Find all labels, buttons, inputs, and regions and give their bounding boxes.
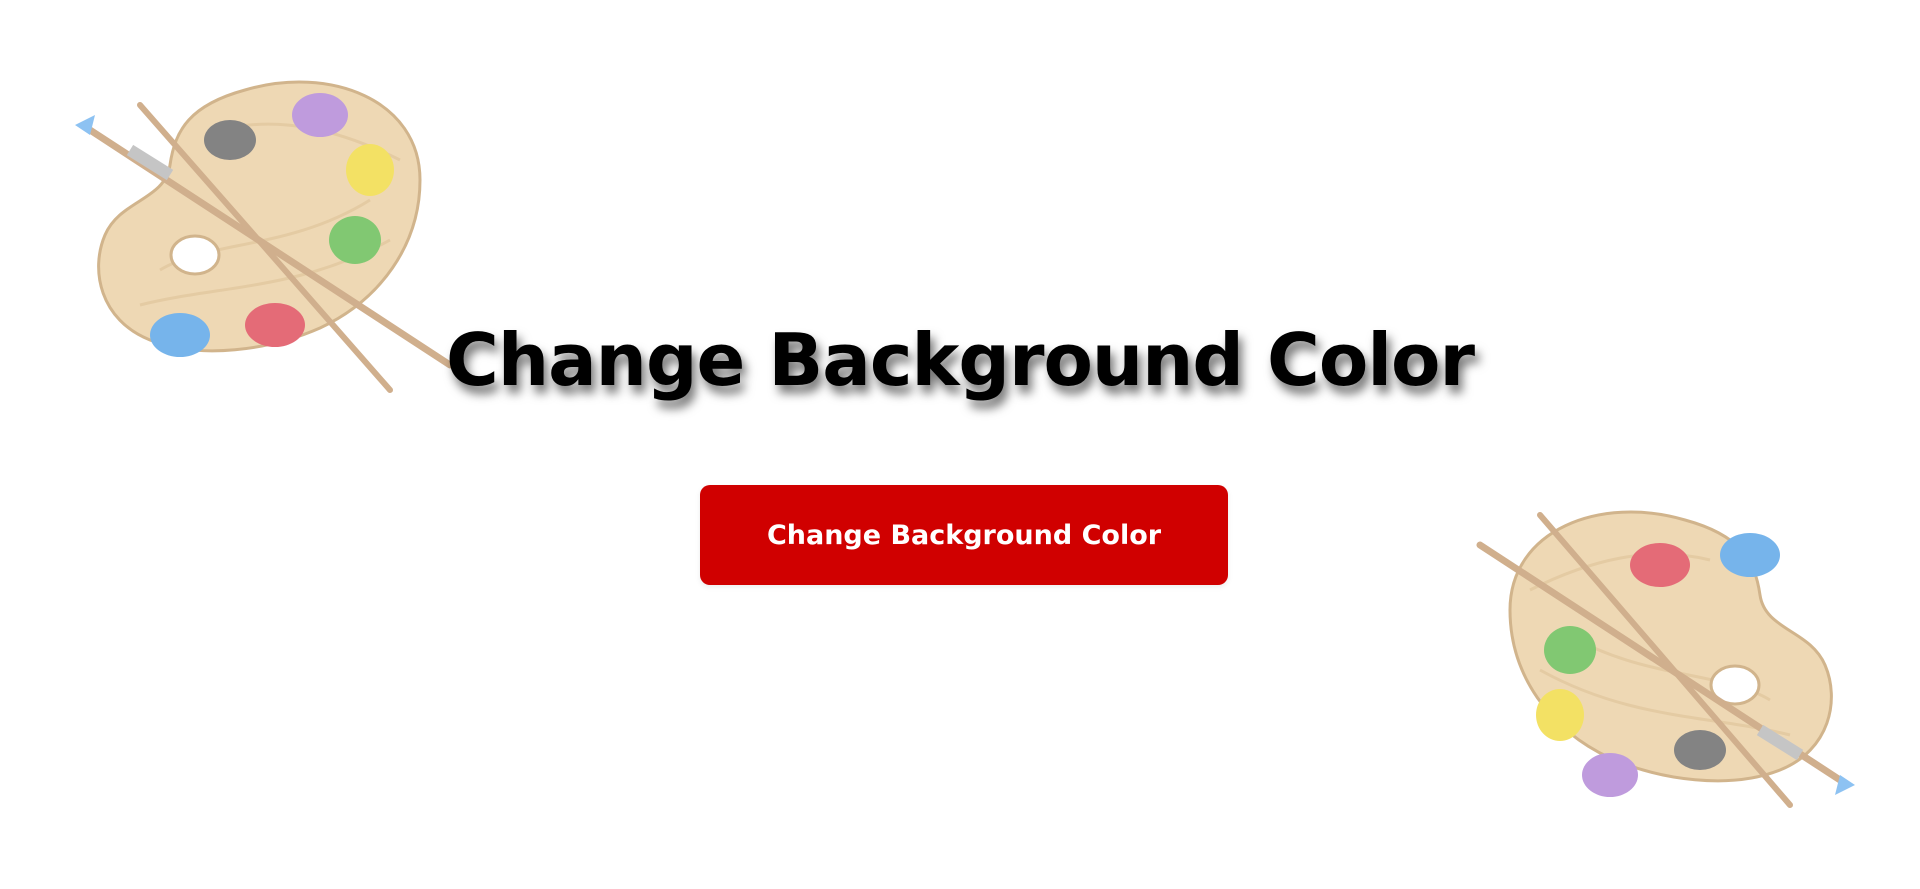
change-background-color-button[interactable]: Change Background Color — [700, 485, 1228, 585]
page-title: Change Background Color — [446, 318, 1475, 402]
paint-palette-icon — [1476, 510, 1855, 808]
page: Change Background Color Change Backgroun… — [0, 0, 1920, 889]
